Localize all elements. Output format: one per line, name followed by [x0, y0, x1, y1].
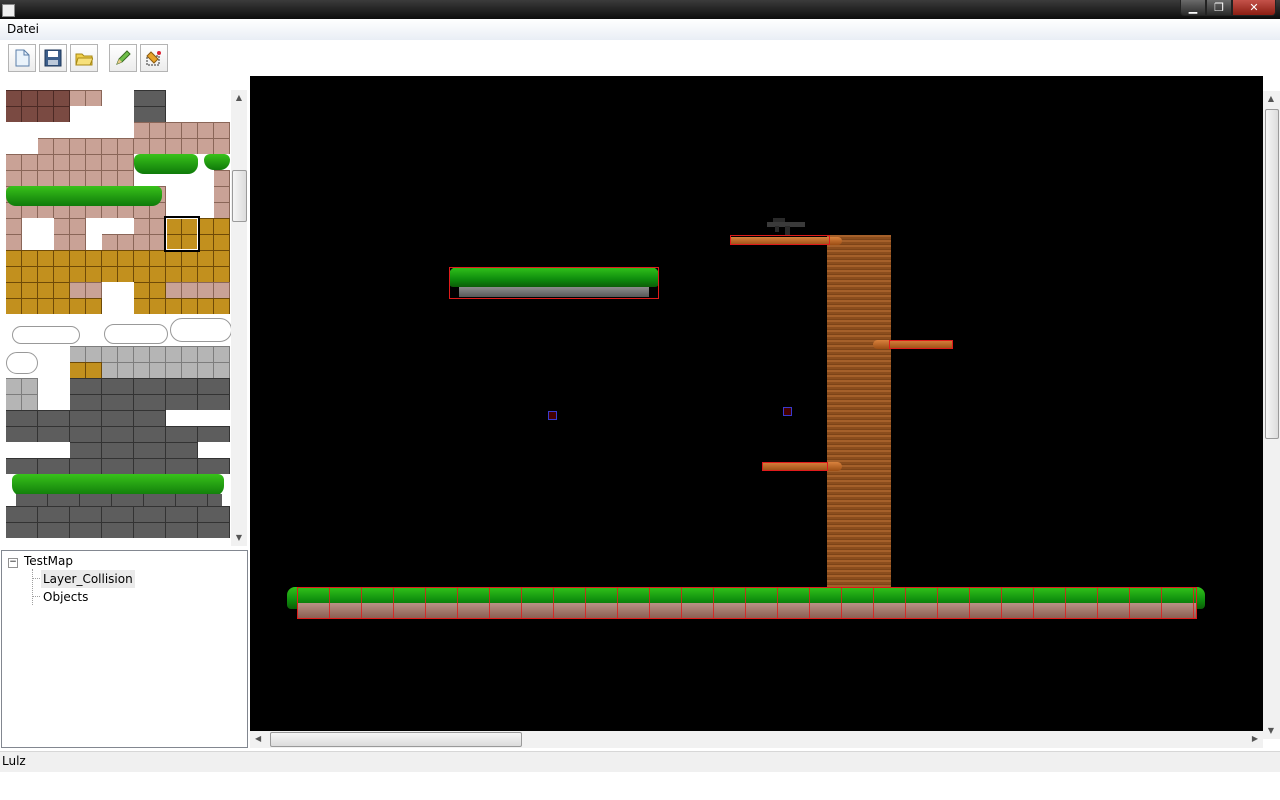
tile-selection: [164, 216, 200, 252]
tile-stone[interactable]: [6, 458, 230, 474]
tileset-scroll-thumb[interactable]: [232, 170, 247, 222]
collision-box[interactable]: [297, 587, 1197, 619]
map-vscroll-thumb[interactable]: [1265, 109, 1279, 439]
pencil-tool-button[interactable]: [109, 44, 137, 72]
pencil-icon: [116, 50, 131, 65]
map-vertical-scrollbar[interactable]: ▲ ▼: [1263, 91, 1280, 739]
save-icon: [44, 49, 62, 67]
scroll-right-icon[interactable]: ▶: [1252, 734, 1258, 743]
scroll-down-icon[interactable]: ▼: [1263, 723, 1279, 739]
tile-stone[interactable]: [16, 494, 222, 506]
close-button[interactable]: ✕: [1232, 0, 1276, 16]
tile-stone[interactable]: [70, 378, 230, 410]
tree-connector: [32, 596, 40, 597]
tile-grass[interactable]: [12, 474, 224, 496]
app-icon[interactable]: [2, 4, 15, 17]
tile-gold[interactable]: [166, 298, 230, 314]
collapse-icon[interactable]: −: [8, 558, 18, 568]
collision-box[interactable]: [889, 340, 953, 349]
scroll-up-icon[interactable]: ▲: [1263, 91, 1279, 107]
tile-gold[interactable]: [166, 250, 230, 282]
tile-gold[interactable]: [134, 282, 166, 314]
tile-cloud[interactable]: [6, 352, 38, 374]
tree-connector: [32, 578, 40, 579]
tile-brick[interactable]: [166, 282, 230, 298]
tile-brick[interactable]: [70, 282, 102, 298]
toolbar: [0, 40, 1280, 78]
map-hscroll-thumb[interactable]: [270, 732, 522, 747]
maximize-button[interactable]: ❐: [1206, 0, 1232, 16]
tile-brick-dark[interactable]: [6, 90, 70, 122]
tree-trunk: [827, 235, 891, 589]
map-horizontal-scrollbar[interactable]: ◀ ▶: [250, 731, 1263, 748]
minimize-button[interactable]: ▁: [1180, 0, 1206, 16]
menu-bar: Datei: [0, 19, 1280, 41]
tile-light-stone[interactable]: [6, 378, 38, 410]
tileset-panel[interactable]: [0, 85, 248, 547]
tree-item-objects[interactable]: Objects: [43, 588, 88, 606]
tree-connector: [32, 569, 33, 605]
scroll-down-icon[interactable]: ▼: [231, 530, 247, 546]
collision-box[interactable]: [449, 267, 659, 299]
tile-brick[interactable]: [6, 154, 38, 186]
tile-brick[interactable]: [54, 218, 86, 250]
tile-gold[interactable]: [70, 298, 102, 314]
open-icon: [75, 53, 93, 66]
tile-brick[interactable]: [214, 170, 230, 218]
tileset-scrollbar[interactable]: ▲ ▼: [231, 90, 247, 546]
map-canvas[interactable]: [250, 76, 1263, 731]
tile-stone[interactable]: [134, 90, 166, 122]
tile-gold[interactable]: [70, 362, 102, 378]
tree-root-testmap[interactable]: TestMap: [24, 552, 73, 570]
tile-stone[interactable]: [6, 410, 166, 442]
window-controls: ▁ ❐ ✕: [1180, 0, 1276, 17]
object-marker[interactable]: [548, 411, 557, 420]
status-text: Lulz: [2, 754, 26, 768]
tile-brick[interactable]: [102, 234, 134, 250]
tile-stone[interactable]: [6, 506, 230, 538]
scroll-up-icon[interactable]: ▲: [231, 90, 247, 106]
scroll-left-icon[interactable]: ◀: [255, 734, 261, 743]
menu-datei[interactable]: Datei: [7, 22, 39, 36]
title-bar: ▁ ❐ ✕: [0, 0, 1280, 19]
collision-box[interactable]: [762, 462, 828, 471]
tile-brick[interactable]: [70, 90, 102, 106]
rifle-icon[interactable]: [765, 217, 809, 237]
tile-grass[interactable]: [134, 154, 198, 174]
tile-stone[interactable]: [166, 426, 230, 442]
tile-brick[interactable]: [6, 218, 22, 250]
new-icon: [15, 49, 30, 67]
tile-grass[interactable]: [204, 154, 230, 170]
new-map-button[interactable]: [8, 44, 36, 72]
tile-gold[interactable]: [6, 282, 70, 314]
tree-item-layer-collision[interactable]: Layer_Collision: [41, 570, 135, 588]
tile-cloud[interactable]: [170, 318, 232, 342]
tileset-grid[interactable]: [6, 90, 232, 538]
eraser-tool-button[interactable]: [140, 44, 168, 72]
status-bar: Lulz: [0, 751, 1280, 772]
layer-tree: − TestMap Layer_Collision Objects: [1, 550, 248, 748]
tile-stone[interactable]: [70, 442, 198, 458]
tile-grass[interactable]: [6, 186, 162, 206]
tile-brick[interactable]: [38, 138, 134, 186]
eraser-icon: [146, 51, 161, 66]
tile-cloud[interactable]: [104, 324, 168, 344]
save-button[interactable]: [39, 44, 67, 72]
map-view: ▲ ▼: [249, 75, 1280, 748]
object-marker[interactable]: [783, 407, 792, 416]
tile-brick[interactable]: [134, 218, 166, 250]
tile-gold[interactable]: [6, 250, 166, 282]
open-button[interactable]: [70, 44, 98, 72]
tile-brick[interactable]: [134, 122, 230, 154]
tile-cloud[interactable]: [12, 326, 80, 344]
